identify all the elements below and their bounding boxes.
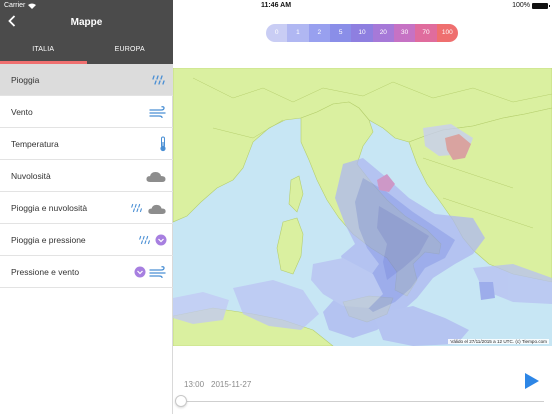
rain-icon bbox=[139, 235, 150, 245]
sidebar: Mappe ITALIA EUROPA Pioggia Vento Temper… bbox=[0, 0, 173, 414]
timeline-track[interactable] bbox=[181, 401, 544, 402]
legend-step: 0 bbox=[266, 24, 288, 42]
legend-step: 5 bbox=[329, 24, 352, 42]
map-graphic bbox=[173, 68, 552, 346]
legend-step: 1 bbox=[287, 24, 309, 42]
menu-item-temperatura[interactable]: Temperatura bbox=[0, 128, 173, 160]
menu-item-label: Pioggia e pressione bbox=[11, 234, 86, 245]
map-panel: 0 1 2 5 10 20 30 70 100 Válido el 27/11/… bbox=[173, 0, 552, 414]
timeline-bar: 13:00 2015-11-27 bbox=[173, 346, 552, 414]
legend-step: 20 bbox=[372, 24, 394, 42]
menu-item-label: Pioggia e nuvolosità bbox=[11, 202, 88, 213]
timeline-time: 13:00 bbox=[184, 380, 205, 389]
menu-item-vento[interactable]: Vento bbox=[0, 96, 173, 128]
precipitation-legend: 0 1 2 5 10 20 30 70 100 bbox=[266, 24, 458, 42]
page-title: Mappe bbox=[70, 17, 103, 28]
map-validity-label: Válido el 27/11/2015 a 12 UTC. (c) Tiemp… bbox=[448, 339, 549, 344]
menu-item-pioggia-nuvolosita[interactable]: Pioggia e nuvolosità bbox=[0, 192, 173, 224]
battery-icon bbox=[532, 2, 550, 9]
pressure-icon bbox=[134, 266, 146, 278]
legend-step: 100 bbox=[436, 24, 458, 42]
play-button[interactable] bbox=[525, 373, 539, 389]
thermometer-icon bbox=[160, 136, 166, 152]
weather-map[interactable]: Válido el 27/11/2015 a 12 UTC. (c) Tiemp… bbox=[173, 68, 552, 346]
menu-item-pressione-vento[interactable]: Pressione e vento bbox=[0, 256, 173, 288]
battery-indicator: 100% bbox=[512, 2, 550, 9]
menu-item-label: Vento bbox=[11, 106, 33, 117]
battery-percent: 100% bbox=[512, 2, 530, 9]
menu-item-label: Temperatura bbox=[11, 138, 59, 149]
cloud-icon bbox=[146, 172, 166, 182]
rain-icon bbox=[131, 203, 142, 213]
wind-icon bbox=[149, 106, 166, 118]
cloud-icon bbox=[148, 204, 166, 214]
menu-item-label: Pioggia bbox=[11, 74, 40, 85]
status-time: 11:46 AM bbox=[260, 2, 292, 9]
legend-step: 70 bbox=[415, 24, 437, 42]
tab-italia[interactable]: ITALIA bbox=[0, 40, 87, 64]
status-bar: Carrier 11:46 AM 100% bbox=[0, 0, 552, 12]
legend-step: 30 bbox=[393, 24, 416, 42]
tab-europa[interactable]: EUROPA bbox=[87, 40, 174, 64]
menu-item-pioggia[interactable]: Pioggia bbox=[0, 64, 173, 96]
timeline-slider-knob[interactable] bbox=[175, 395, 187, 407]
rain-icon bbox=[152, 75, 165, 85]
menu-item-pioggia-pressione[interactable]: Pioggia e pressione bbox=[0, 224, 173, 256]
legend-step: 2 bbox=[308, 24, 330, 42]
timeline-date: 2015-11-27 bbox=[211, 380, 252, 389]
menu-item-label: Nuvolosità bbox=[11, 170, 51, 181]
menu-item-label: Pressione e vento bbox=[11, 266, 80, 277]
region-tabs: ITALIA EUROPA bbox=[0, 40, 173, 64]
menu-item-nuvolosita[interactable]: Nuvolosità bbox=[0, 160, 173, 192]
wind-icon bbox=[149, 266, 166, 278]
map-type-menu: Pioggia Vento Temperatura Nuvolosità Pio… bbox=[0, 64, 173, 288]
legend-step: 10 bbox=[351, 24, 373, 42]
pressure-icon bbox=[155, 234, 167, 246]
battery-fill bbox=[533, 3, 547, 8]
